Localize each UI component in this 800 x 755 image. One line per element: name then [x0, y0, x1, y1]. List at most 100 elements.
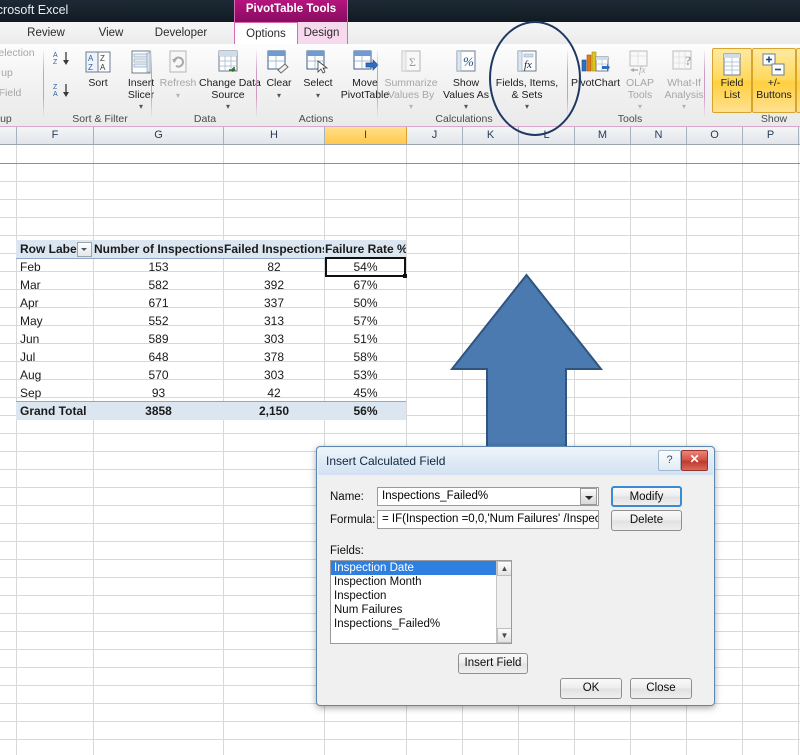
delete-button[interactable]: Delete — [611, 510, 682, 531]
row-label: Mar — [20, 278, 41, 292]
tab-review[interactable]: Review — [18, 22, 74, 44]
cell-inspections: 552 — [148, 314, 169, 328]
row-labels-filter-button[interactable] — [77, 242, 92, 257]
change-data-source-button[interactable]: Change Data Source ▾ — [199, 50, 261, 113]
name-input[interactable]: Inspections_Failed% — [377, 487, 599, 506]
group-separator — [377, 48, 378, 118]
insert-calculated-field-dialog[interactable]: Insert Calculated Field ? ✕ Name: Inspec… — [316, 446, 715, 706]
select-button[interactable]: Select ▾ — [298, 50, 338, 101]
cell-failed: 42 — [267, 386, 281, 400]
list-item[interactable]: Inspections_Failed% — [331, 617, 511, 631]
column-header-P[interactable]: P — [743, 127, 799, 144]
refresh-icon — [169, 50, 187, 73]
insert-field-button[interactable]: Insert Field — [458, 653, 528, 674]
fields-listbox[interactable]: Inspection Date Inspection Month Inspect… — [330, 560, 512, 644]
row-label: Aug — [20, 368, 42, 382]
ribbon-group-show: Field List +/- Buttons Show — [706, 44, 800, 126]
cell-failed: 303 — [263, 368, 285, 382]
column-header-N[interactable]: N — [631, 127, 687, 144]
name-dropdown-arrow[interactable] — [580, 488, 597, 505]
ribbon-group-name-data: Data — [193, 113, 217, 125]
pivot-header-failed[interactable]: Failed Inspections — [224, 240, 324, 258]
show-values-as-button[interactable]: % Show Values As ▾ — [440, 50, 492, 113]
field-list-icon — [723, 53, 741, 76]
column-header-G[interactable]: G — [94, 127, 224, 144]
tab-view[interactable]: View — [88, 22, 134, 44]
tab-developer[interactable]: Developer — [146, 22, 216, 44]
gridline — [0, 199, 800, 200]
svg-text:A: A — [53, 52, 58, 59]
column-header-K[interactable]: K — [463, 127, 519, 144]
change-data-source-icon — [218, 50, 238, 72]
column-header-I[interactable]: I — [325, 127, 407, 144]
sort-button[interactable]: A Z Z A Sort — [76, 50, 120, 90]
gridline — [0, 721, 800, 722]
help-icon[interactable]: ? — [658, 450, 681, 471]
formula-label: Formula: — [330, 514, 376, 526]
column-header-O[interactable]: O — [687, 127, 743, 144]
cell-inspections: 582 — [148, 278, 169, 292]
scroll-up-icon[interactable]: ▲ — [497, 561, 511, 576]
sort-descending-button[interactable]: Z A — [52, 82, 74, 100]
ribbon-group-name-clipped: oup — [0, 113, 12, 125]
group-label-clipped-1: up — [1, 67, 13, 79]
ribbon-group-name-tools: Tools — [617, 113, 643, 125]
refresh-button[interactable]: Refresh ▾ — [155, 50, 201, 101]
list-item[interactable]: Inspection Month — [331, 575, 511, 589]
cell-inspections: 671 — [148, 296, 169, 310]
cell-rate: 67% — [353, 278, 378, 292]
formula-input[interactable]: = IF(Inspection =0,0,'Num Failures' /Ins… — [377, 510, 599, 529]
clear-button[interactable]: Clear ▾ — [260, 50, 298, 101]
column-header-F[interactable]: F — [17, 127, 94, 144]
ribbon-group-data: Refresh ▾ Change Data Source ▾ Data — [153, 44, 261, 126]
modify-button[interactable]: Modify — [611, 486, 682, 507]
grand-total-inspections: 3858 — [145, 404, 172, 418]
pivot-header-inspections[interactable]: Number of Inspections — [94, 240, 223, 258]
gridline — [16, 145, 17, 755]
close-icon[interactable]: ✕ — [681, 450, 708, 471]
olap-tools-button[interactable]: fx OLAP Tools ▾ — [619, 50, 661, 113]
what-if-analysis-button[interactable]: ? What-If Analysis ▾ — [661, 50, 707, 113]
ribbon-group-tools: PivotChart fx OLAP Tools ▾ ? What-If Ana… — [569, 44, 705, 126]
svg-text:A: A — [53, 91, 58, 98]
tab-design[interactable]: Design — [297, 22, 346, 44]
cell-inspections: 93 — [151, 386, 166, 400]
active-field-label: Field — [0, 87, 22, 99]
sort-ascending-button[interactable]: A Z — [52, 50, 74, 68]
field-list-toggle[interactable]: Field List — [712, 48, 752, 113]
column-header-J[interactable]: J — [407, 127, 463, 144]
what-if-icon: ? — [672, 50, 692, 70]
cell-rate: 53% — [353, 368, 378, 382]
row-label: Feb — [20, 260, 41, 274]
field-headers-toggle[interactable]: Fie Hea — [796, 48, 800, 113]
row-label: Jul — [20, 350, 36, 364]
column-header-M[interactable]: M — [575, 127, 631, 144]
column-header-partial[interactable] — [0, 127, 17, 144]
fields-scrollbar[interactable]: ▲ ▼ — [496, 561, 511, 643]
row-label: Apr — [20, 296, 39, 310]
list-item[interactable]: Num Failures — [331, 603, 511, 617]
tab-options[interactable]: Options — [234, 22, 298, 46]
cell-rate: 45% — [353, 386, 378, 400]
gridline — [742, 145, 743, 755]
cell-inspections: 648 — [148, 350, 169, 364]
column-header-H[interactable]: H — [224, 127, 325, 144]
pivot-header-rate[interactable]: Failure Rate % — [325, 240, 406, 258]
grand-total-failed: 2,150 — [258, 404, 290, 418]
fill-handle[interactable] — [403, 274, 407, 278]
summarize-values-by-button[interactable]: Σ Summarize Values By ▾ — [382, 50, 440, 113]
active-cell-selection[interactable] — [325, 257, 406, 277]
close-button[interactable]: Close — [630, 678, 692, 699]
grand-total-label: Grand Total — [20, 404, 87, 418]
ribbon-group-name-show: Show — [760, 113, 788, 125]
svg-text:Z: Z — [53, 84, 58, 91]
move-pivottable-icon — [353, 50, 379, 71]
cell-failed: 313 — [263, 314, 285, 328]
list-item[interactable]: Inspection Date — [331, 561, 511, 575]
scroll-down-icon[interactable]: ▼ — [497, 628, 511, 643]
ok-button[interactable]: OK — [560, 678, 622, 699]
select-icon — [306, 50, 329, 74]
contextual-tab-group-banner: PivotTable Tools — [234, 0, 348, 22]
list-item[interactable]: Inspection — [331, 589, 511, 603]
plus-minus-buttons-toggle[interactable]: +/- Buttons — [752, 48, 796, 113]
